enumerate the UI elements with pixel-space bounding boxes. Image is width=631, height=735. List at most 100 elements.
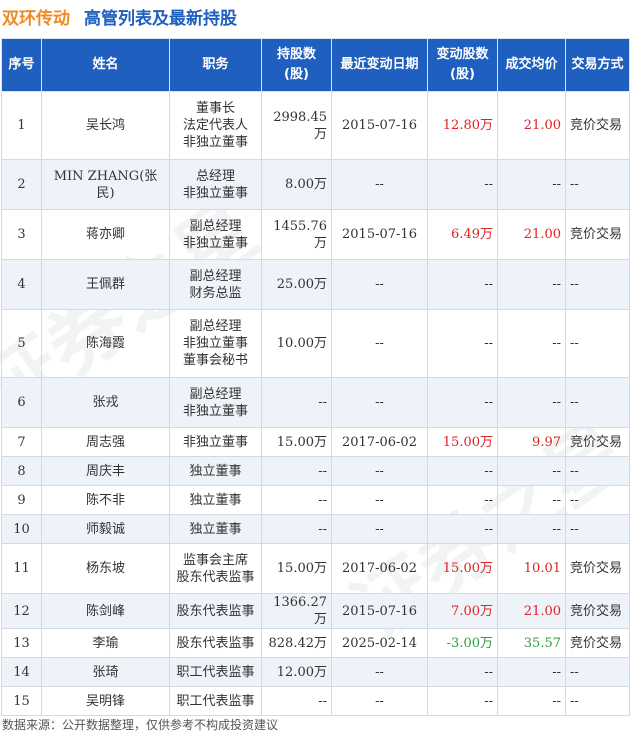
changed-shares: 7.00万 bbox=[427, 593, 498, 629]
executive-position: 独立董事 bbox=[169, 456, 262, 486]
executive-holdings-table: 序号 姓名 职务 持股数 (股) 最近变动日期 变动股数 (股) 成交均价 交易方式… bbox=[1, 38, 630, 716]
trade-mode: -- bbox=[565, 456, 630, 486]
table-row: 14 张琦 职工代表监事 12.00万 -- -- -- -- bbox=[1, 657, 630, 687]
col-header-price: 成交均价 bbox=[497, 38, 566, 92]
position-line: 副总经理 bbox=[189, 386, 242, 402]
page-title: 高管列表及最新持股 bbox=[84, 8, 237, 29]
trade-mode: -- bbox=[565, 309, 630, 378]
col-header-mode: 交易方式 bbox=[565, 38, 630, 92]
col-header-date: 最近变动日期 bbox=[331, 38, 428, 92]
trade-mode: -- bbox=[565, 259, 630, 310]
avg-trade-price: -- bbox=[497, 259, 566, 310]
executive-name: 王佩群 bbox=[41, 259, 170, 310]
table-body: 1 吴长鸿 董事长 法定代表人 非独立董事 2998.45万 2015-07-16 12.80… bbox=[1, 91, 630, 716]
shares-held: -- bbox=[261, 485, 332, 515]
last-change-date: -- bbox=[331, 686, 428, 716]
avg-trade-price: -- bbox=[497, 485, 566, 515]
position-line: 副总经理 bbox=[189, 268, 242, 284]
shares-held: -- bbox=[261, 514, 332, 544]
executive-name: 蒋亦卿 bbox=[41, 209, 170, 260]
row-index: 8 bbox=[1, 456, 42, 486]
last-change-date: 2015-07-16 bbox=[331, 209, 428, 260]
table-row: 7 周志强 非独立董事 15.00万 2017-06-02 15.00万 9.97 竞价交易 bbox=[1, 427, 630, 457]
position-line: 非独立董事 bbox=[182, 235, 248, 251]
executive-position: 股东代表监事 bbox=[169, 593, 262, 629]
col-header-name: 姓名 bbox=[41, 38, 170, 92]
row-index: 9 bbox=[1, 485, 42, 515]
position-line: 职工代表监事 bbox=[176, 664, 255, 680]
col-header-shares: 持股数 (股) bbox=[261, 38, 332, 92]
changed-shares: 15.00万 bbox=[427, 543, 498, 594]
position-line: 法定代表人 bbox=[182, 118, 248, 133]
shares-held: -- bbox=[261, 377, 332, 428]
position-line: 非独立董事 bbox=[182, 403, 248, 419]
trade-mode: -- bbox=[565, 514, 630, 544]
executive-name: 吴长鸿 bbox=[41, 91, 170, 160]
changed-shares: -- bbox=[427, 686, 498, 716]
changed-shares: -- bbox=[427, 657, 498, 687]
last-change-date: -- bbox=[331, 456, 428, 486]
avg-trade-price: 9.97 bbox=[497, 427, 566, 457]
row-index: 12 bbox=[1, 593, 42, 629]
shares-held: 1366.27万 bbox=[261, 593, 332, 629]
table-row: 10 师毅诚 独立董事 -- -- -- -- -- bbox=[1, 514, 630, 544]
trade-mode: -- bbox=[565, 485, 630, 515]
executive-name: 张琦 bbox=[41, 657, 170, 687]
executive-position: 独立董事 bbox=[169, 485, 262, 515]
position-line: 股东代表监事 bbox=[176, 603, 255, 619]
table-row: 13 李瑜 股东代表监事 828.42万 2025-02-14 -3.00万 35.57 竞价… bbox=[1, 628, 630, 658]
executive-name: 周庆丰 bbox=[41, 456, 170, 486]
table-row: 8 周庆丰 独立董事 -- -- -- -- -- bbox=[1, 456, 630, 486]
position-line: 独立董事 bbox=[189, 521, 242, 537]
shares-held: 25.00万 bbox=[261, 259, 332, 310]
executive-position: 副总经理 非独立董事 bbox=[169, 209, 262, 260]
last-change-date: 2017-06-02 bbox=[331, 427, 428, 457]
avg-trade-price: 21.00 bbox=[497, 91, 566, 160]
table-row: 2 MIN ZHANG(张民) 总经理 非独立董事 8.00万 -- -- -- -- bbox=[1, 159, 630, 210]
position-line: 总经理 bbox=[195, 168, 235, 184]
executive-name: 杨东坡 bbox=[41, 543, 170, 594]
trade-mode: 竞价交易 bbox=[565, 543, 630, 594]
changed-shares: -- bbox=[427, 456, 498, 486]
executive-position: 副总经理 非独立董事 董事会秘书 bbox=[169, 309, 262, 378]
position-line: 财务总监 bbox=[189, 285, 242, 301]
avg-trade-price: 21.00 bbox=[497, 209, 566, 260]
row-index: 10 bbox=[1, 514, 42, 544]
shares-held: 15.00万 bbox=[261, 427, 332, 457]
changed-shares: -- bbox=[427, 377, 498, 428]
row-index: 5 bbox=[1, 309, 42, 378]
position-line: 董事会秘书 bbox=[182, 353, 248, 368]
table-row: 5 陈海霞 副总经理 非独立董事 董事会秘书 10.00万 -- -- -- -- bbox=[1, 309, 630, 378]
position-line: 股东代表监事 bbox=[176, 569, 255, 585]
col-header-change: 变动股数 (股) bbox=[427, 38, 498, 92]
executive-position: 副总经理 财务总监 bbox=[169, 259, 262, 310]
trade-mode: -- bbox=[565, 159, 630, 210]
last-change-date: -- bbox=[331, 485, 428, 515]
executive-position: 独立董事 bbox=[169, 514, 262, 544]
col-header-position: 职务 bbox=[169, 38, 262, 92]
row-index: 11 bbox=[1, 543, 42, 594]
data-source-note: 数据来源：公开数据整理，仅供参考不构成投资建议 bbox=[2, 718, 279, 732]
executive-name: 陈不非 bbox=[41, 485, 170, 515]
trade-mode: 竞价交易 bbox=[565, 91, 630, 160]
changed-shares: -- bbox=[427, 485, 498, 515]
shares-held: 8.00万 bbox=[261, 159, 332, 210]
changed-shares: 12.80万 bbox=[427, 91, 498, 160]
position-line: 非独立董事 bbox=[182, 185, 248, 201]
row-index: 13 bbox=[1, 628, 42, 658]
changed-shares: -- bbox=[427, 514, 498, 544]
position-line: 非独立董事 bbox=[182, 434, 248, 450]
last-change-date: 2025-02-14 bbox=[331, 628, 428, 658]
trade-mode: -- bbox=[565, 686, 630, 716]
executive-name: 周志强 bbox=[41, 427, 170, 457]
changed-shares: -- bbox=[427, 159, 498, 210]
row-index: 14 bbox=[1, 657, 42, 687]
executive-name: 师毅诚 bbox=[41, 514, 170, 544]
table-row: 11 杨东坡 监事会主席 股东代表监事 15.00万 2017-06-02 15.00万 10… bbox=[1, 543, 630, 594]
changed-shares: -3.00万 bbox=[427, 628, 498, 658]
last-change-date: -- bbox=[331, 159, 428, 210]
row-index: 6 bbox=[1, 377, 42, 428]
shares-held: 2998.45万 bbox=[261, 91, 332, 160]
shares-held: 10.00万 bbox=[261, 309, 332, 378]
position-line: 副总经理 bbox=[189, 218, 242, 234]
